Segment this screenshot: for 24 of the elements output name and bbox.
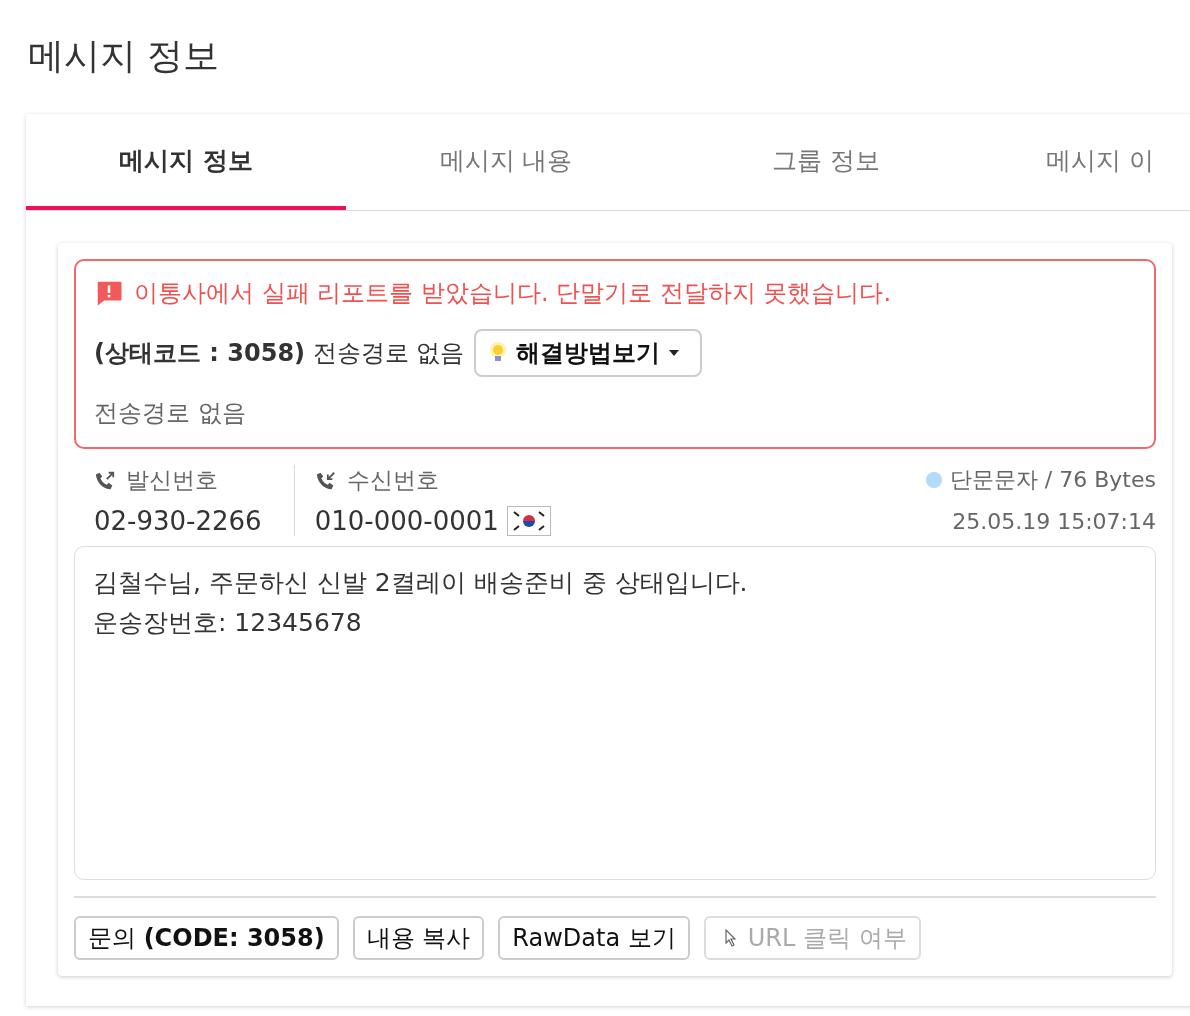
receiver-number: 010-000-0001 xyxy=(314,506,499,536)
caret-icon xyxy=(668,349,681,357)
tab[interactable]: 그룹 정보 xyxy=(666,114,986,210)
flag-icon xyxy=(506,506,551,536)
page-title: 메시지 정보 xyxy=(27,34,221,78)
sender-label: 발신번호 xyxy=(126,466,218,495)
incoming-call-icon xyxy=(314,469,337,492)
message-body: 김철수님, 주문하신 신발 2켤레이 배송준비 중 상태입니다. 운송장번호: 12345678 xyxy=(74,546,1156,880)
tab[interactable]: 메시지 이 xyxy=(986,114,1190,210)
alert-message: 이통사에서 실패 리포트를 받았습니다. 단말기로 전달하지 못했습니다. xyxy=(134,278,892,309)
status-text: (상태코드 : 3058) 전송경로 없음 xyxy=(94,338,465,369)
action-button[interactable]: RawData 보기 xyxy=(498,916,690,960)
sender-number: 02-930-2266 xyxy=(94,506,262,536)
tab[interactable]: 메시지 내용 xyxy=(346,114,666,210)
outgoing-call-icon xyxy=(94,469,116,492)
message-type: 단문문자 / 76 Bytes xyxy=(949,466,1156,494)
action-button[interactable]: 내용 복사 xyxy=(352,916,485,960)
receiver-label: 수신번호 xyxy=(346,466,439,495)
action-button[interactable]: 문의 (CODE: 3058) xyxy=(74,916,339,960)
timestamp: 25.05.19 15:07:14 xyxy=(951,509,1156,534)
solution-button[interactable]: 해결방법보기 xyxy=(474,329,703,377)
cursor-icon xyxy=(723,929,738,947)
tab[interactable]: 메시지 정보 xyxy=(26,114,346,210)
status-detail: 전송경로 없음 xyxy=(94,398,247,429)
